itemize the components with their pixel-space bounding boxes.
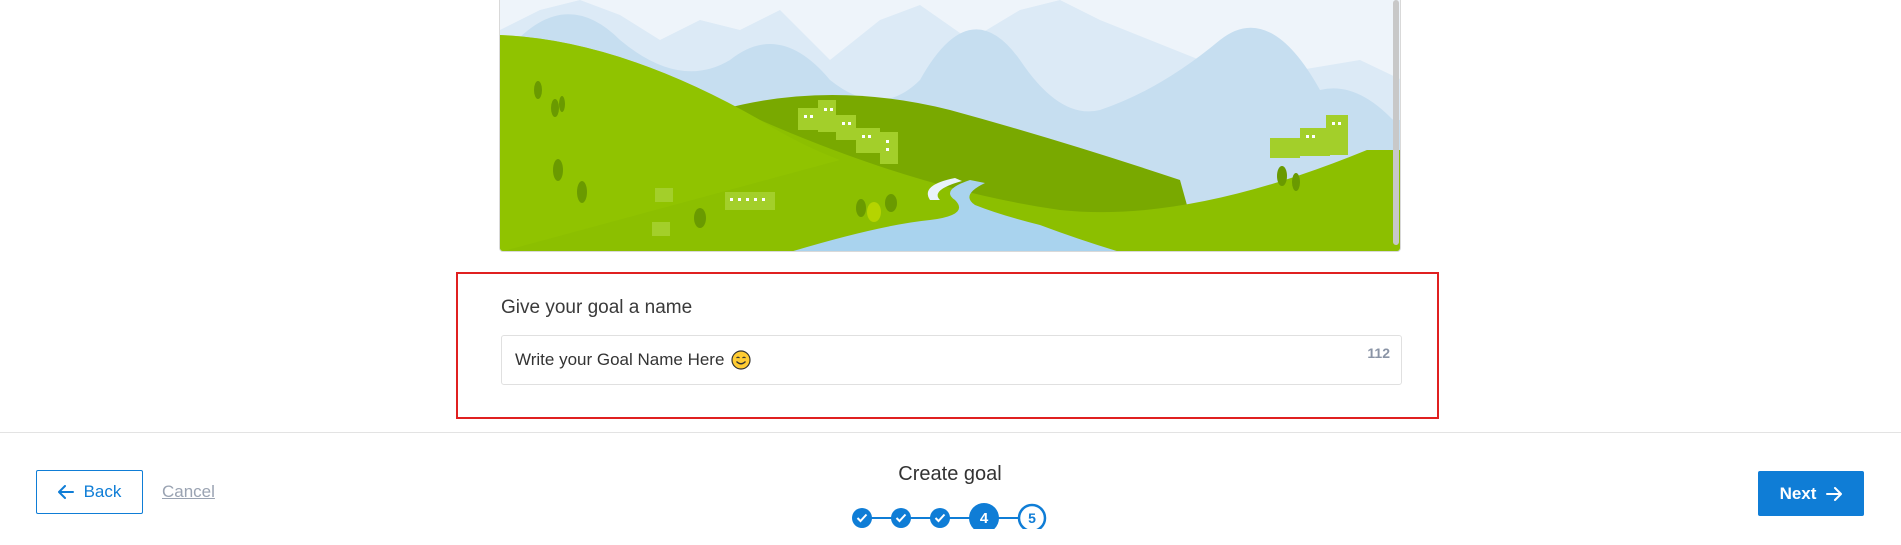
- wizard-footer: Back Cancel Create goal 4 5 Next: [0, 432, 1901, 545]
- step-5[interactable]: 5: [1017, 503, 1047, 529]
- back-button[interactable]: Back: [36, 470, 143, 514]
- arrow-right-icon: [1826, 486, 1843, 501]
- step-4-label: 4: [980, 510, 989, 527]
- step-4-current[interactable]: 4: [969, 503, 999, 529]
- goal-name-label: Give your goal a name: [501, 297, 693, 318]
- goal-name-section: Give your goal a name Write your Goal Na…: [456, 272, 1439, 419]
- character-counter: 112: [1367, 345, 1390, 361]
- arrow-left-icon: [57, 485, 74, 499]
- back-button-label: Back: [83, 482, 122, 501]
- goal-name-input[interactable]: Write your Goal Name Here 112: [501, 335, 1402, 385]
- goal-name-value: Write your Goal Name Here: [515, 350, 725, 369]
- step-1[interactable]: [852, 508, 872, 528]
- step-2[interactable]: [891, 508, 911, 528]
- cancel-link[interactable]: Cancel: [162, 482, 215, 502]
- next-button[interactable]: Next: [1758, 471, 1864, 516]
- step-progress: 4 5: [852, 503, 1047, 529]
- wizard-title: Create goal: [898, 463, 1002, 485]
- illustration-scrollbar[interactable]: [1393, 0, 1399, 245]
- step-3[interactable]: [930, 508, 950, 528]
- smiling-face-icon: [731, 350, 752, 370]
- next-button-label: Next: [1779, 483, 1817, 503]
- landscape-image: [500, 0, 1400, 251]
- step-5-label: 5: [1028, 510, 1036, 526]
- goal-illustration: [499, 0, 1401, 252]
